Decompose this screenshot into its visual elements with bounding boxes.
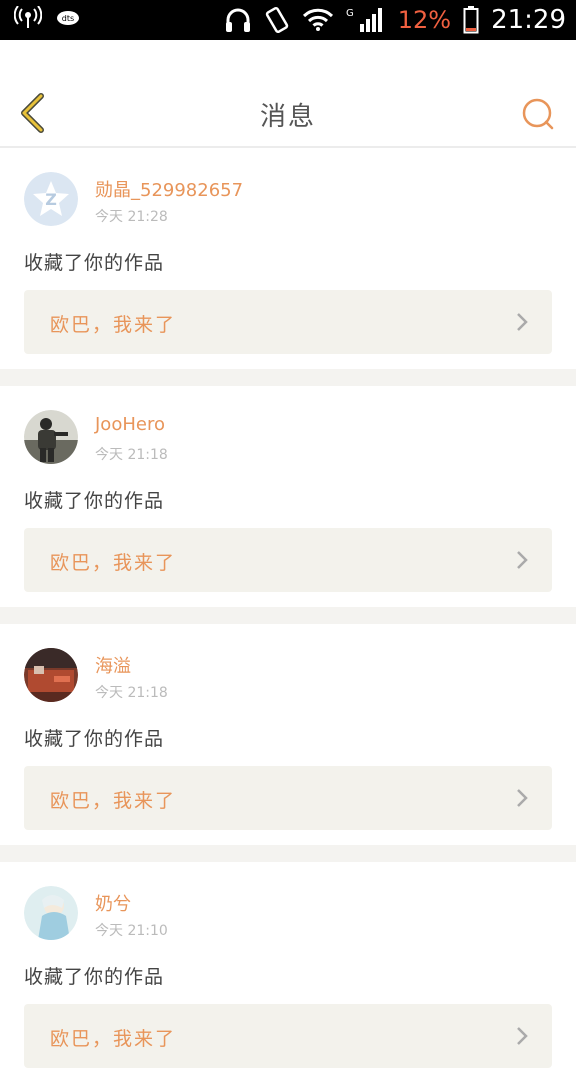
- avatar[interactable]: [24, 410, 78, 464]
- wifi-icon: [302, 8, 334, 32]
- avatar[interactable]: Z: [24, 172, 78, 226]
- headphones-icon: [224, 7, 252, 33]
- chevron-right-icon: [517, 313, 528, 331]
- username[interactable]: 奶兮: [95, 890, 131, 916]
- divider: [0, 607, 576, 624]
- signal-icon: G: [346, 6, 386, 34]
- work-card[interactable]: 欧巴，我来了: [24, 528, 552, 592]
- work-card[interactable]: 欧巴，我来了: [24, 290, 552, 354]
- action-text: 收藏了你的作品: [24, 728, 165, 750]
- username[interactable]: 勋晶_529982657: [95, 176, 243, 202]
- work-card[interactable]: 欧巴，我来了: [24, 766, 552, 830]
- chevron-right-icon: [517, 551, 528, 569]
- chevron-right-icon: [517, 1027, 528, 1045]
- svg-text:dts: dts: [62, 14, 74, 23]
- status-bar-left: dts: [14, 6, 80, 30]
- network-type-label: G: [346, 8, 354, 19]
- chevron-right-icon: [517, 789, 528, 807]
- avatar[interactable]: [24, 886, 78, 940]
- action-text: 收藏了你的作品: [24, 252, 165, 274]
- hotspot-icon: [14, 6, 42, 30]
- list-item: Z 勋晶_529982657 今天 21:28 收藏了你的作品 欧巴，我来了: [0, 148, 576, 369]
- list-item: 奶兮 今天 21:10 收藏了你的作品 欧巴，我来了: [0, 862, 576, 1083]
- search-icon: [522, 98, 554, 130]
- timestamp: 今天 21:18: [95, 447, 168, 463]
- vibrate-icon: [264, 6, 290, 34]
- timestamp: 今天 21:10: [95, 923, 168, 939]
- battery-icon: [463, 6, 479, 34]
- search-button[interactable]: [518, 94, 558, 134]
- status-bar-right: G 12% 21:29: [224, 0, 566, 40]
- avatar[interactable]: [24, 648, 78, 702]
- message-list: Z 勋晶_529982657 今天 21:28 收藏了你的作品 欧巴，我来了 J…: [0, 148, 576, 1083]
- action-text: 收藏了你的作品: [24, 490, 165, 512]
- action-text: 收藏了你的作品: [24, 966, 165, 988]
- page-title: 消息: [259, 102, 316, 132]
- timestamp: 今天 21:18: [95, 685, 168, 701]
- username[interactable]: JooHero: [95, 414, 165, 435]
- work-title: 欧巴，我来了: [50, 314, 177, 336]
- svg-text:Z: Z: [45, 190, 57, 209]
- timestamp: 今天 21:28: [95, 209, 168, 225]
- app-header: 消息: [0, 40, 576, 148]
- list-item: 海溢 今天 21:18 收藏了你的作品 欧巴，我来了: [0, 624, 576, 845]
- status-bar: dts G 12% 21:29: [0, 0, 576, 40]
- work-title: 欧巴，我来了: [50, 552, 177, 574]
- clock: 21:29: [491, 5, 566, 35]
- divider: [0, 369, 576, 386]
- work-title: 欧巴，我来了: [50, 790, 177, 812]
- work-title: 欧巴，我来了: [50, 1028, 177, 1050]
- work-card[interactable]: 欧巴，我来了: [24, 1004, 552, 1068]
- divider: [0, 845, 576, 862]
- username[interactable]: 海溢: [95, 652, 131, 678]
- dts-icon: dts: [56, 10, 80, 26]
- list-item: JooHero 今天 21:18 收藏了你的作品 欧巴，我来了: [0, 386, 576, 607]
- battery-percent: 12%: [397, 6, 452, 34]
